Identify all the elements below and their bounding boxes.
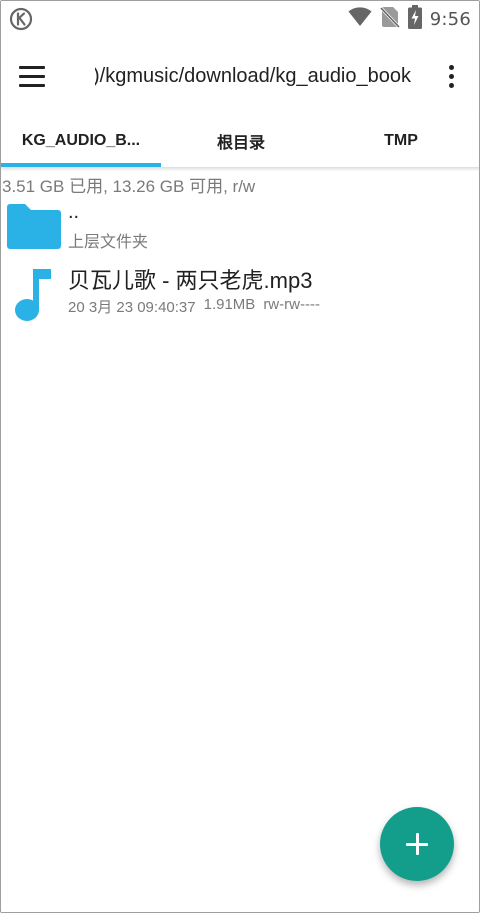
folder-icon [5, 203, 63, 255]
k-app-icon [9, 7, 33, 31]
plus-icon [406, 833, 428, 855]
parent-folder-subtitle: 上层文件夹 [68, 234, 149, 251]
add-fab-button[interactable] [380, 807, 454, 881]
list-item-parent-folder[interactable]: .. 上层文件夹 [1, 199, 479, 259]
parent-folder-title: .. [68, 201, 80, 223]
file-name: 贝瓦儿歌 - 两只老虎.mp3 [68, 268, 313, 293]
hamburger-menu-icon[interactable] [19, 59, 55, 93]
no-sim-icon [379, 5, 400, 33]
status-time: 9:56 [429, 8, 471, 30]
list-item-file[interactable]: 贝瓦儿歌 - 两只老虎.mp3 20 3月 23 09:40:37 1.91MB… [1, 263, 479, 327]
path-text: )/kgmusic/download/kg_audio_book [95, 65, 411, 87]
status-bar: 9:56 [1, 1, 479, 37]
tab-bar: KG_AUDIO_B... 根目录 TMP [1, 115, 479, 167]
tab-tmp[interactable]: TMP [321, 115, 479, 167]
more-vert-icon[interactable] [439, 59, 463, 93]
battery-charging-icon [407, 5, 422, 33]
music-note-icon [13, 267, 53, 327]
tab-root[interactable]: 根目录 [161, 115, 321, 167]
file-meta: 20 3月 23 09:40:37 1.91MB rw-rw---- [68, 296, 320, 317]
tab-kg-audio-book[interactable]: KG_AUDIO_B... [1, 115, 161, 167]
wifi-icon [348, 6, 372, 32]
screen: 9:56 )/kgmusic/download/kg_audio_book KG… [0, 0, 480, 913]
file-size: 1.91MB [203, 296, 256, 313]
current-path: )/kgmusic/download/kg_audio_book [95, 61, 411, 91]
status-icons: 9:56 [348, 5, 471, 33]
file-permissions: rw-rw---- [263, 296, 320, 313]
toolbar: )/kgmusic/download/kg_audio_book [1, 37, 479, 115]
file-date: 20 3月 23 09:40:37 [68, 299, 196, 316]
storage-info: 3.51 GB 已用, 13.26 GB 可用, r/w [2, 177, 256, 196]
